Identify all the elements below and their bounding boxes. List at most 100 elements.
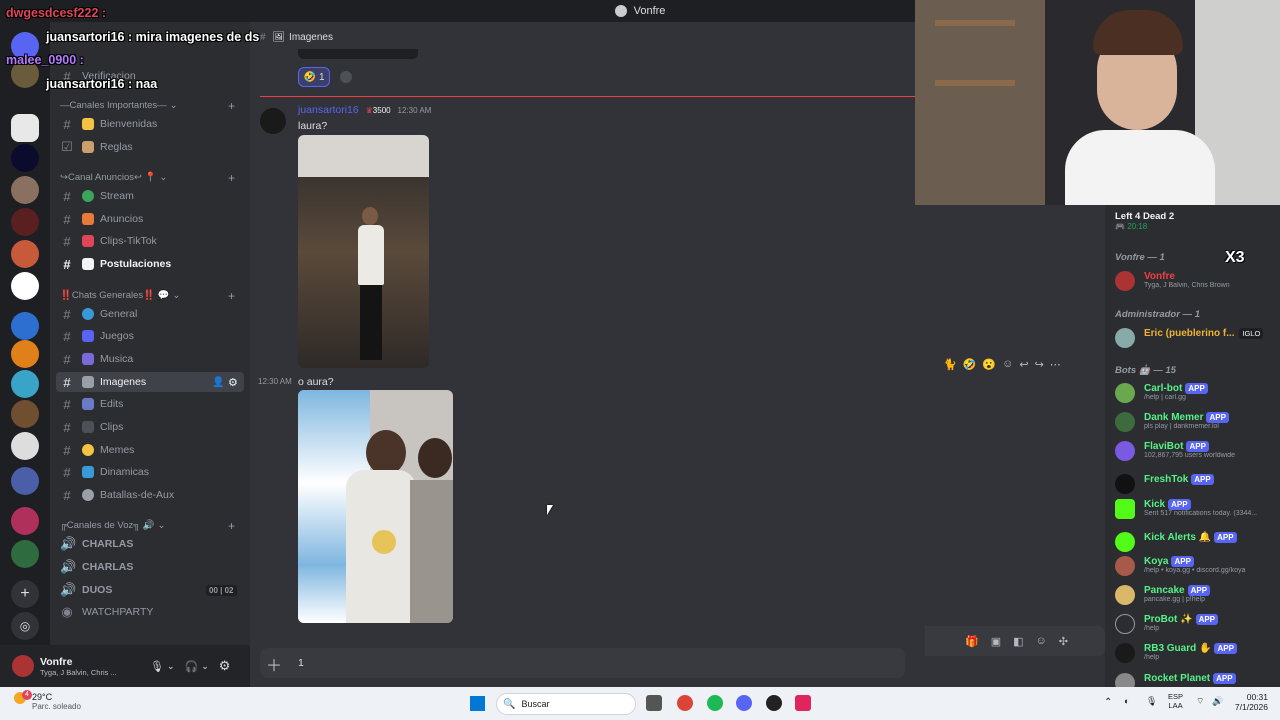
member-item[interactable]: FlaviBot APP 102,867,795 users worldwide	[1115, 441, 1275, 461]
add-reaction-icon[interactable]: ☺	[1002, 358, 1013, 376]
channel-postulaciones[interactable]: # Postulaciones	[56, 254, 244, 274]
search-box[interactable]: 🔍 Buscar	[496, 693, 636, 715]
add-channel-icon[interactable]: +	[228, 99, 235, 113]
channel-musica[interactable]: # Musica	[56, 349, 244, 369]
weather-widget[interactable]: 4 29°C Parc. soleado	[14, 690, 81, 711]
obs-icon[interactable]	[766, 695, 782, 711]
channel-general[interactable]: # General	[56, 304, 244, 324]
category-header[interactable]: —Canales Importantes— ⌄ +	[60, 99, 235, 113]
add-channel-icon[interactable]: +	[228, 171, 235, 185]
server-icon[interactable]	[11, 272, 39, 300]
add-reaction-icon[interactable]	[340, 71, 352, 83]
language-indicator[interactable]: ESP LAA	[1168, 692, 1183, 710]
server-icon[interactable]	[11, 340, 39, 368]
react-icon[interactable]: 🐈	[943, 358, 957, 376]
member-item[interactable]: Dank Memer APP pls play | dankmemer.lol	[1115, 412, 1275, 432]
channel-batallas-de-aux[interactable]: # Batallas-de-Aux	[56, 485, 244, 505]
server-icon[interactable]	[11, 312, 39, 340]
attachment-image[interactable]	[298, 390, 453, 623]
avatar[interactable]	[12, 655, 34, 677]
channel-stream[interactable]: # Stream	[56, 186, 244, 206]
server-icon[interactable]	[11, 467, 39, 495]
member-item[interactable]: ProBot ✨ APP /help	[1115, 614, 1275, 634]
channel-edits[interactable]: # Edits	[56, 394, 244, 414]
category-header[interactable]: ‼️Chats Generales‼️ 💬 ⌄ +	[60, 289, 235, 303]
network-icon[interactable]: ◐	[1124, 696, 1129, 706]
chevron-down-icon[interactable]: ⌄	[167, 661, 175, 672]
channel-dinamicas[interactable]: # Dinamicas	[56, 462, 244, 482]
member-item[interactable]: Koya APP /help • koya.gg • discord.gg/koy…	[1115, 556, 1275, 576]
apps-icon[interactable]: ✣	[1059, 635, 1068, 648]
gif-icon[interactable]: ▣	[991, 635, 1001, 648]
watchparty-channel[interactable]: ◉ WATCHPARTY	[56, 602, 244, 622]
server-icon[interactable]	[11, 144, 39, 172]
channel-imagenes[interactable]: # Imagenes 👤 ⚙	[56, 372, 244, 392]
tiktok-icon[interactable]	[795, 695, 811, 711]
voice-channel-charlas[interactable]: 🔊 CHARLAS	[56, 534, 244, 554]
server-icon[interactable]	[11, 370, 39, 398]
message-input[interactable]: 1	[298, 657, 304, 669]
more-icon[interactable]: ⋯	[1050, 358, 1061, 376]
channel-memes[interactable]: # Memes	[56, 440, 244, 460]
channel-reglas[interactable]: ☑ Reglas	[56, 137, 244, 157]
reaction[interactable]: 🤣 1	[298, 67, 330, 87]
microphone-icon[interactable]: 🎙	[150, 660, 164, 673]
attachment-image[interactable]	[298, 135, 429, 368]
add-server-icon[interactable]: +	[11, 580, 39, 608]
server-icon[interactable]	[11, 208, 39, 236]
avatar	[1115, 383, 1135, 403]
add-attachment-icon[interactable]: ＋	[266, 652, 282, 676]
member-item[interactable]: Carl-bot APP /help | carl.gg	[1115, 383, 1275, 403]
member-item[interactable]: Kick APP Sent 517 notifications today. (3…	[1115, 499, 1275, 519]
channel-bienvenidas[interactable]: # Bienvenidas	[56, 114, 244, 134]
member-item[interactable]: Eric (pueblerino f... IGLO	[1115, 328, 1275, 348]
chevron-up-icon[interactable]: ⌃	[1104, 697, 1112, 708]
invite-icon[interactable]: 👤	[212, 377, 224, 388]
add-channel-icon[interactable]: +	[228, 289, 235, 303]
gift-icon[interactable]: 🎁	[965, 635, 979, 648]
voice-channel-charlas-2[interactable]: 🔊 CHARLAS	[56, 557, 244, 577]
mic-icon[interactable]: 🎙	[1146, 696, 1157, 707]
member-item[interactable]: Kick Alerts 🔔 APP	[1115, 532, 1275, 552]
member-item[interactable]: RB3 Guard ✋ APP /help	[1115, 643, 1275, 663]
chrome-icon[interactable]	[677, 695, 693, 711]
windows-start-icon[interactable]	[470, 696, 485, 711]
member-item[interactable]: Pancake APP pancake.gg | p!help	[1115, 585, 1275, 605]
discord-icon[interactable]	[736, 695, 752, 711]
avatar	[1115, 499, 1135, 519]
voice-channel-duos[interactable]: 🔊 DUOS 00 | 02	[56, 580, 244, 600]
gear-icon[interactable]: ⚙	[228, 376, 238, 389]
server-icon[interactable]	[11, 400, 39, 428]
add-channel-icon[interactable]: +	[228, 519, 235, 533]
chevron-down-icon[interactable]: ⌄	[201, 661, 209, 672]
spotify-icon[interactable]	[707, 695, 723, 711]
react-icon[interactable]: 🤣	[963, 358, 977, 376]
channel-anuncios[interactable]: # Anuncios	[56, 209, 244, 229]
server-icon[interactable]	[11, 507, 39, 535]
channel-juegos[interactable]: # Juegos	[56, 326, 244, 346]
channel-clips[interactable]: # Clips	[56, 417, 244, 437]
forward-icon[interactable]: ↪	[1035, 358, 1044, 376]
gear-icon[interactable]: ⚙	[219, 658, 231, 674]
server-icon[interactable]	[11, 432, 39, 460]
server-icon[interactable]	[11, 240, 39, 268]
file-explorer-icon[interactable]	[646, 695, 662, 711]
server-icon[interactable]	[11, 540, 39, 568]
sticker-icon[interactable]: ◧	[1013, 635, 1023, 648]
headphones-icon[interactable]: 🎧	[185, 660, 199, 673]
react-icon[interactable]: 😮	[982, 358, 996, 376]
category-header[interactable]: ╔Canales de Voz╗ 🔊 ⌄ +	[60, 519, 235, 533]
message-author[interactable]: juansartori16	[298, 104, 359, 116]
server-icon[interactable]	[11, 176, 39, 204]
avatar[interactable]	[260, 108, 286, 134]
member-item[interactable]: Vonfre Tyga, J Balvin, Chris Brown	[1115, 271, 1275, 291]
channel-clips-tiktok[interactable]: # Clips-TikTok	[56, 231, 244, 251]
wifi-icon[interactable]: ⌔	[1196, 696, 1204, 707]
server-icon[interactable]	[11, 114, 39, 142]
discover-icon[interactable]: ◎	[11, 612, 39, 640]
category-header[interactable]: ↪Canal Anuncios↩ 📍 ⌄ +	[60, 171, 235, 185]
member-item[interactable]: FreshTok APP	[1115, 474, 1275, 494]
reply-icon[interactable]: ↩	[1019, 358, 1028, 376]
emoji-icon[interactable]: ☺	[1036, 635, 1047, 647]
clock[interactable]: 00:31 7/1/2026	[1222, 692, 1268, 712]
